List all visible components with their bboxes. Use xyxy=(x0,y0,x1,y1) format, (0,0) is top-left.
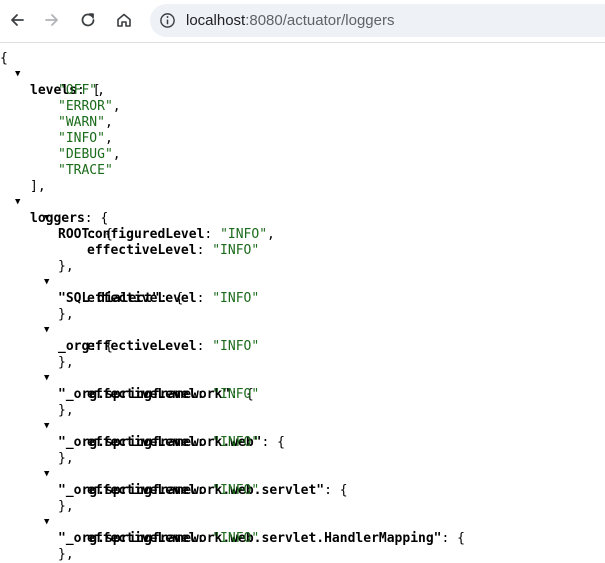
expand-triangle-icon[interactable]: ▼ xyxy=(44,323,49,337)
url-host: localhost xyxy=(186,12,246,29)
open-brace: { xyxy=(0,51,8,66)
json-viewer: { ▼ levels: [ "OFF", "ERROR", "WARN", "IN… xyxy=(0,51,605,563)
logger-field: effectiveLevel: "INFO" xyxy=(87,243,260,258)
back-button[interactable] xyxy=(3,6,31,34)
logger-close: }, xyxy=(58,307,74,322)
logger-header: ▼ _org: { xyxy=(44,323,113,354)
home-icon xyxy=(117,13,131,27)
levels-item: "TRACE" xyxy=(0,163,605,179)
url-path: :8080/actuator/loggers xyxy=(245,12,395,29)
url-text[interactable]: localhost:8080/actuator/loggers xyxy=(186,12,394,29)
logger-field: effectiveLevel: "INFO" xyxy=(87,483,260,498)
site-info-icon[interactable] xyxy=(159,12,176,29)
logger-field: configuredLevel: "INFO", xyxy=(87,227,275,242)
field-value: "INFO" xyxy=(212,243,260,258)
field-value: "INFO" xyxy=(212,387,260,402)
logger-close: }, xyxy=(58,547,74,562)
expand-triangle-icon[interactable]: ▼ xyxy=(44,515,49,529)
logger-header: ▼ "_org.springframework.web": { xyxy=(44,419,285,450)
expand-triangle-icon[interactable]: ▼ xyxy=(15,67,20,81)
field-value: "INFO" xyxy=(212,339,260,354)
levels-item: "ERROR", xyxy=(58,99,121,114)
json-root-open: { xyxy=(0,51,605,67)
levels-item: "INFO", xyxy=(58,131,113,146)
back-arrow-icon xyxy=(11,14,24,26)
level-value: "INFO" xyxy=(58,131,105,146)
expand-triangle-icon[interactable]: ▼ xyxy=(44,275,49,289)
logger-close: }, xyxy=(58,451,74,466)
logger-close: }, xyxy=(58,259,74,274)
field-value: "INFO" xyxy=(212,483,260,498)
field-key: effectiveLevel xyxy=(87,531,197,546)
expand-triangle-icon[interactable]: ▼ xyxy=(15,195,20,209)
level-value: "WARN" xyxy=(58,115,105,130)
reload-button[interactable] xyxy=(74,6,102,34)
levels-close: ], xyxy=(30,179,46,194)
levels-item: "WARN", xyxy=(58,115,113,130)
reload-icon xyxy=(81,13,95,27)
logger-header: ▼ "_org.springframework.web.servlet.Handl… xyxy=(44,515,465,546)
logger-field: effectiveLevel: "INFO" xyxy=(87,531,260,546)
field-key: effectiveLevel xyxy=(87,435,197,450)
field-key: effectiveLevel xyxy=(87,483,197,498)
field-key: effectiveLevel xyxy=(87,243,197,258)
expand-triangle-icon[interactable]: ▼ xyxy=(44,371,49,385)
expand-triangle-icon[interactable]: ▼ xyxy=(44,211,49,225)
logger-field: effectiveLevel: "INFO" xyxy=(87,387,260,402)
levels-item: "OFF", xyxy=(58,83,105,98)
field-value: "INFO" xyxy=(212,435,260,450)
field-key: effectiveLevel xyxy=(87,291,197,306)
field-key: effectiveLevel xyxy=(87,387,197,402)
levels-line: ▼ levels: [ xyxy=(15,67,101,98)
logger-header: ▼ ROOT: { xyxy=(44,211,113,242)
logger-close: }, xyxy=(58,403,74,418)
loggers-line: ▼ loggers: { xyxy=(15,195,109,226)
logger-close: }, xyxy=(58,355,74,370)
field-key: effectiveLevel xyxy=(87,339,197,354)
level-value: "TRACE" xyxy=(58,163,113,178)
browser-toolbar: localhost:8080/actuator/loggers xyxy=(0,0,605,43)
field-value: "INFO" xyxy=(220,227,268,242)
level-value: "ERROR" xyxy=(58,99,113,114)
level-value: "OFF" xyxy=(58,83,98,98)
forward-arrow-icon xyxy=(45,14,58,26)
expand-triangle-icon[interactable]: ▼ xyxy=(44,419,49,433)
levels-item: "DEBUG", xyxy=(58,147,121,162)
logger-header: ▼ "SQL dialect": { xyxy=(44,275,184,306)
expand-triangle-icon[interactable]: ▼ xyxy=(44,467,49,481)
level-value: "DEBUG" xyxy=(58,147,113,162)
field-key: configuredLevel xyxy=(87,227,205,242)
logger-header: ▼ "_org.springframework.web.servlet": { xyxy=(44,467,348,498)
home-button[interactable] xyxy=(110,6,138,34)
logger-close: }, xyxy=(58,499,74,514)
logger-field: effectiveLevel: "INFO" xyxy=(87,435,260,450)
logger-header: ▼ "_org.springframework": { xyxy=(44,371,254,402)
logger-field: effectiveLevel: "INFO" xyxy=(87,291,260,306)
address-bar[interactable]: localhost:8080/actuator/loggers xyxy=(150,4,605,37)
logger-field: effectiveLevel: "INFO" xyxy=(87,339,260,354)
field-value: "INFO" xyxy=(212,531,260,546)
field-value: "INFO" xyxy=(212,291,260,306)
forward-button[interactable] xyxy=(38,6,66,34)
